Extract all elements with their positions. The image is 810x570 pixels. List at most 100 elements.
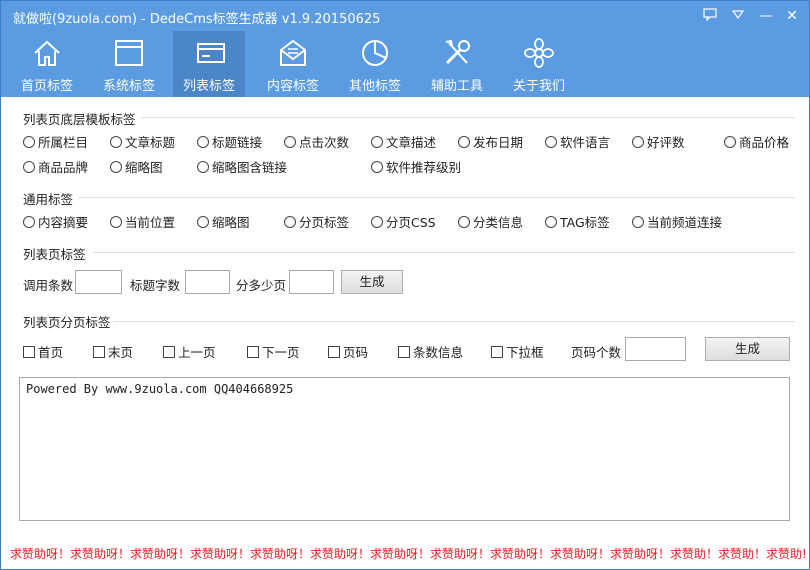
chat-icon[interactable] <box>701 7 719 25</box>
radio-article-title[interactable]: 文章标题 <box>110 132 175 151</box>
checkbox-last-page[interactable]: 末页 <box>93 342 133 361</box>
title-length-input[interactable] <box>185 270 230 294</box>
count-label: 调用条数 <box>23 278 74 293</box>
checkbox-item-info[interactable]: 条数信息 <box>398 342 463 361</box>
radio-position[interactable]: 当前位置 <box>110 212 175 231</box>
tab-other-tags[interactable]: 其他标签 <box>337 31 413 97</box>
checkbox-label: 下一页 <box>262 345 300 360</box>
radio-label: TAG标签 <box>560 215 610 230</box>
generate-paging-button[interactable]: 生成 <box>705 337 790 361</box>
section-divider <box>113 321 795 322</box>
tab-home-tags[interactable]: 首页标签 <box>9 31 85 97</box>
generate-list-button[interactable]: 生成 <box>341 270 403 294</box>
radio-thumbnail-link[interactable]: 缩略图含链接 <box>197 157 287 176</box>
checkbox-label: 条数信息 <box>413 345 464 360</box>
radio-label: 标题链接 <box>212 135 263 150</box>
radio-label: 所属栏目 <box>38 135 89 150</box>
radio-label: 缩略图 <box>125 160 163 175</box>
radio-category-info[interactable]: 分类信息 <box>458 212 523 231</box>
radio-circle <box>371 136 383 148</box>
radio-summary[interactable]: 内容摘要 <box>23 212 88 231</box>
minimize-button[interactable]: — <box>757 7 775 25</box>
radio-software-language[interactable]: 软件语言 <box>545 132 610 151</box>
checkbox-label: 页码 <box>343 345 369 360</box>
page-num-count-input[interactable] <box>625 337 686 361</box>
radio-label: 当前位置 <box>125 215 176 230</box>
tab-label: 首页标签 <box>20 79 73 94</box>
tab-system-tags[interactable]: 系统标签 <box>91 31 167 97</box>
radio-circle <box>23 136 35 148</box>
tab-label: 关于我们 <box>512 79 565 94</box>
radio-label: 分页CSS <box>386 215 436 230</box>
checkbox-next-page[interactable]: 下一页 <box>247 342 300 361</box>
checkbox-box <box>163 346 175 358</box>
tab-label: 辅助工具 <box>430 79 483 94</box>
tab-about-us[interactable]: 关于我们 <box>501 31 577 97</box>
radio-paging-css[interactable]: 分页CSS <box>371 212 436 231</box>
radio-paging-tag[interactable]: 分页标签 <box>284 212 349 231</box>
radio-circle <box>284 136 296 148</box>
radio-software-level[interactable]: 软件推荐级别 <box>371 157 461 176</box>
section-divider <box>93 252 795 253</box>
radio-article-desc[interactable]: 文章描述 <box>371 132 436 151</box>
app-window: 就做啦(9zuola.com) - DedeCms标签生成器 v1.9.2015… <box>0 0 810 570</box>
radio-title-link[interactable]: 标题链接 <box>197 132 262 151</box>
radio-rating[interactable]: 好评数 <box>632 132 685 151</box>
checkbox-box <box>328 346 340 358</box>
checkbox-first-page[interactable]: 首页 <box>23 342 63 361</box>
tab-list-tags[interactable]: 列表标签 <box>173 31 245 97</box>
radio-channel-link[interactable]: 当前频道连接 <box>632 212 722 231</box>
radio-circle <box>23 216 35 228</box>
radio-circle <box>632 136 644 148</box>
checkbox-dropdown[interactable]: 下拉框 <box>491 342 544 361</box>
envelope-icon <box>280 39 306 66</box>
radio-label: 当前频道连接 <box>647 215 723 230</box>
title-length-label: 标题字数 <box>130 278 181 293</box>
radio-label: 分类信息 <box>473 215 524 230</box>
radio-circle <box>371 216 383 228</box>
radio-price[interactable]: 商品价格 <box>724 132 789 151</box>
title-bar: 就做啦(9zuola.com) - DedeCms标签生成器 v1.9.2015… <box>1 1 809 31</box>
per-page-input[interactable] <box>289 270 334 294</box>
flower-icon <box>524 38 554 68</box>
tab-label: 其他标签 <box>348 79 401 94</box>
radio-common-thumbnail[interactable]: 缩略图 <box>197 212 250 231</box>
main-toolbar: 首页标签 系统标签 列表标签 内容标签 其他标签 辅助工具 关于我们 <box>1 31 809 97</box>
tab-helper-tools[interactable]: 辅助工具 <box>419 31 495 97</box>
close-button[interactable]: ✕ <box>783 7 801 25</box>
radio-circle <box>458 136 470 148</box>
radio-click-count[interactable]: 点击次数 <box>284 132 349 151</box>
radio-thumbnail[interactable]: 缩略图 <box>110 157 163 176</box>
output-textarea[interactable]: Powered By www.9zuola.com QQ404668925 <box>19 377 790 521</box>
radio-circle <box>284 216 296 228</box>
home-icon <box>34 40 60 66</box>
tab-label: 系统标签 <box>102 79 155 94</box>
dropdown-icon[interactable] <box>729 7 747 25</box>
checkbox-label: 末页 <box>108 345 134 360</box>
radio-label: 商品品牌 <box>38 160 89 175</box>
radio-publish-date[interactable]: 发布日期 <box>458 132 523 151</box>
radio-label: 好评数 <box>647 135 685 150</box>
checkbox-prev-page[interactable]: 上一页 <box>163 342 216 361</box>
checkbox-box <box>247 346 259 358</box>
radio-label: 缩略图 <box>212 215 250 230</box>
radio-category[interactable]: 所属栏目 <box>23 132 88 151</box>
radio-label: 内容摘要 <box>38 215 89 230</box>
radio-brand[interactable]: 商品品牌 <box>23 157 88 176</box>
radio-tag-label[interactable]: TAG标签 <box>545 212 610 231</box>
radio-circle <box>23 161 35 173</box>
pie-chart-icon <box>362 40 388 66</box>
checkbox-box <box>491 346 503 358</box>
radio-circle <box>371 161 383 173</box>
radio-circle <box>197 216 209 228</box>
tab-content-tags[interactable]: 内容标签 <box>255 31 331 97</box>
checkbox-page-numbers[interactable]: 页码 <box>328 342 368 361</box>
sponsor-text: 求赞助呀！求赞助呀！求赞助呀！求赞助呀！求赞助呀！求赞助呀！求赞助呀！求赞助呀！… <box>10 547 807 561</box>
count-input[interactable] <box>75 270 122 294</box>
radio-label: 发布日期 <box>473 135 524 150</box>
radio-label: 点击次数 <box>299 135 350 150</box>
checkbox-box <box>23 346 35 358</box>
tab-label: 内容标签 <box>266 79 319 94</box>
radio-circle <box>197 161 209 173</box>
section-title-common: 通用标签 <box>23 192 74 207</box>
